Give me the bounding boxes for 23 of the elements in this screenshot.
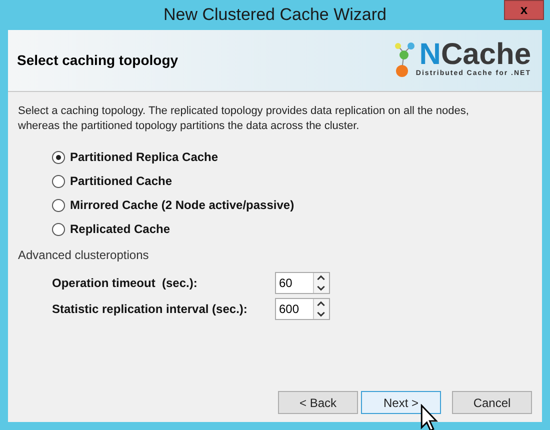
- number-spinner[interactable]: 60: [275, 272, 330, 294]
- mouse-cursor-icon: [420, 404, 438, 430]
- page-title: Select caching topology: [17, 51, 178, 70]
- section-label: Advanced clusteroptions: [18, 247, 150, 264]
- radio-label[interactable]: Partitioned Cache: [70, 172, 172, 190]
- field-label: Statistic replication interval (sec.):: [52, 301, 248, 318]
- wizard-button[interactable]: Next >: [361, 391, 441, 414]
- logo-text: N: [419, 40, 441, 68]
- radio-button[interactable]: [52, 150, 65, 164]
- description-text: Select a caching topology. The replicated topology provides data replication on all the nodes, whereas the partitioned topology partitions the data across the cluster.: [18, 104, 470, 134]
- field-label: Operation timeout (sec.):: [52, 275, 198, 292]
- number-spinner[interactable]: 600: [275, 298, 330, 320]
- radio-label[interactable]: Mirrored Cache (2 Node active/passive): [70, 196, 294, 214]
- close-button[interactable]: x: [504, 0, 544, 20]
- radio-label[interactable]: Replicated Cache: [70, 220, 170, 238]
- radio-label[interactable]: Partitioned Replica Cache: [70, 148, 218, 166]
- wizard-button[interactable]: < Back: [278, 391, 358, 414]
- wizard-button[interactable]: Cancel: [452, 391, 532, 414]
- radio-button[interactable]: [52, 222, 65, 236]
- radio-button[interactable]: [52, 198, 65, 212]
- logo-text: Cache: [440, 40, 531, 68]
- window-title: New Clustered Cache Wizard: [164, 4, 386, 26]
- radio-button[interactable]: [52, 174, 65, 188]
